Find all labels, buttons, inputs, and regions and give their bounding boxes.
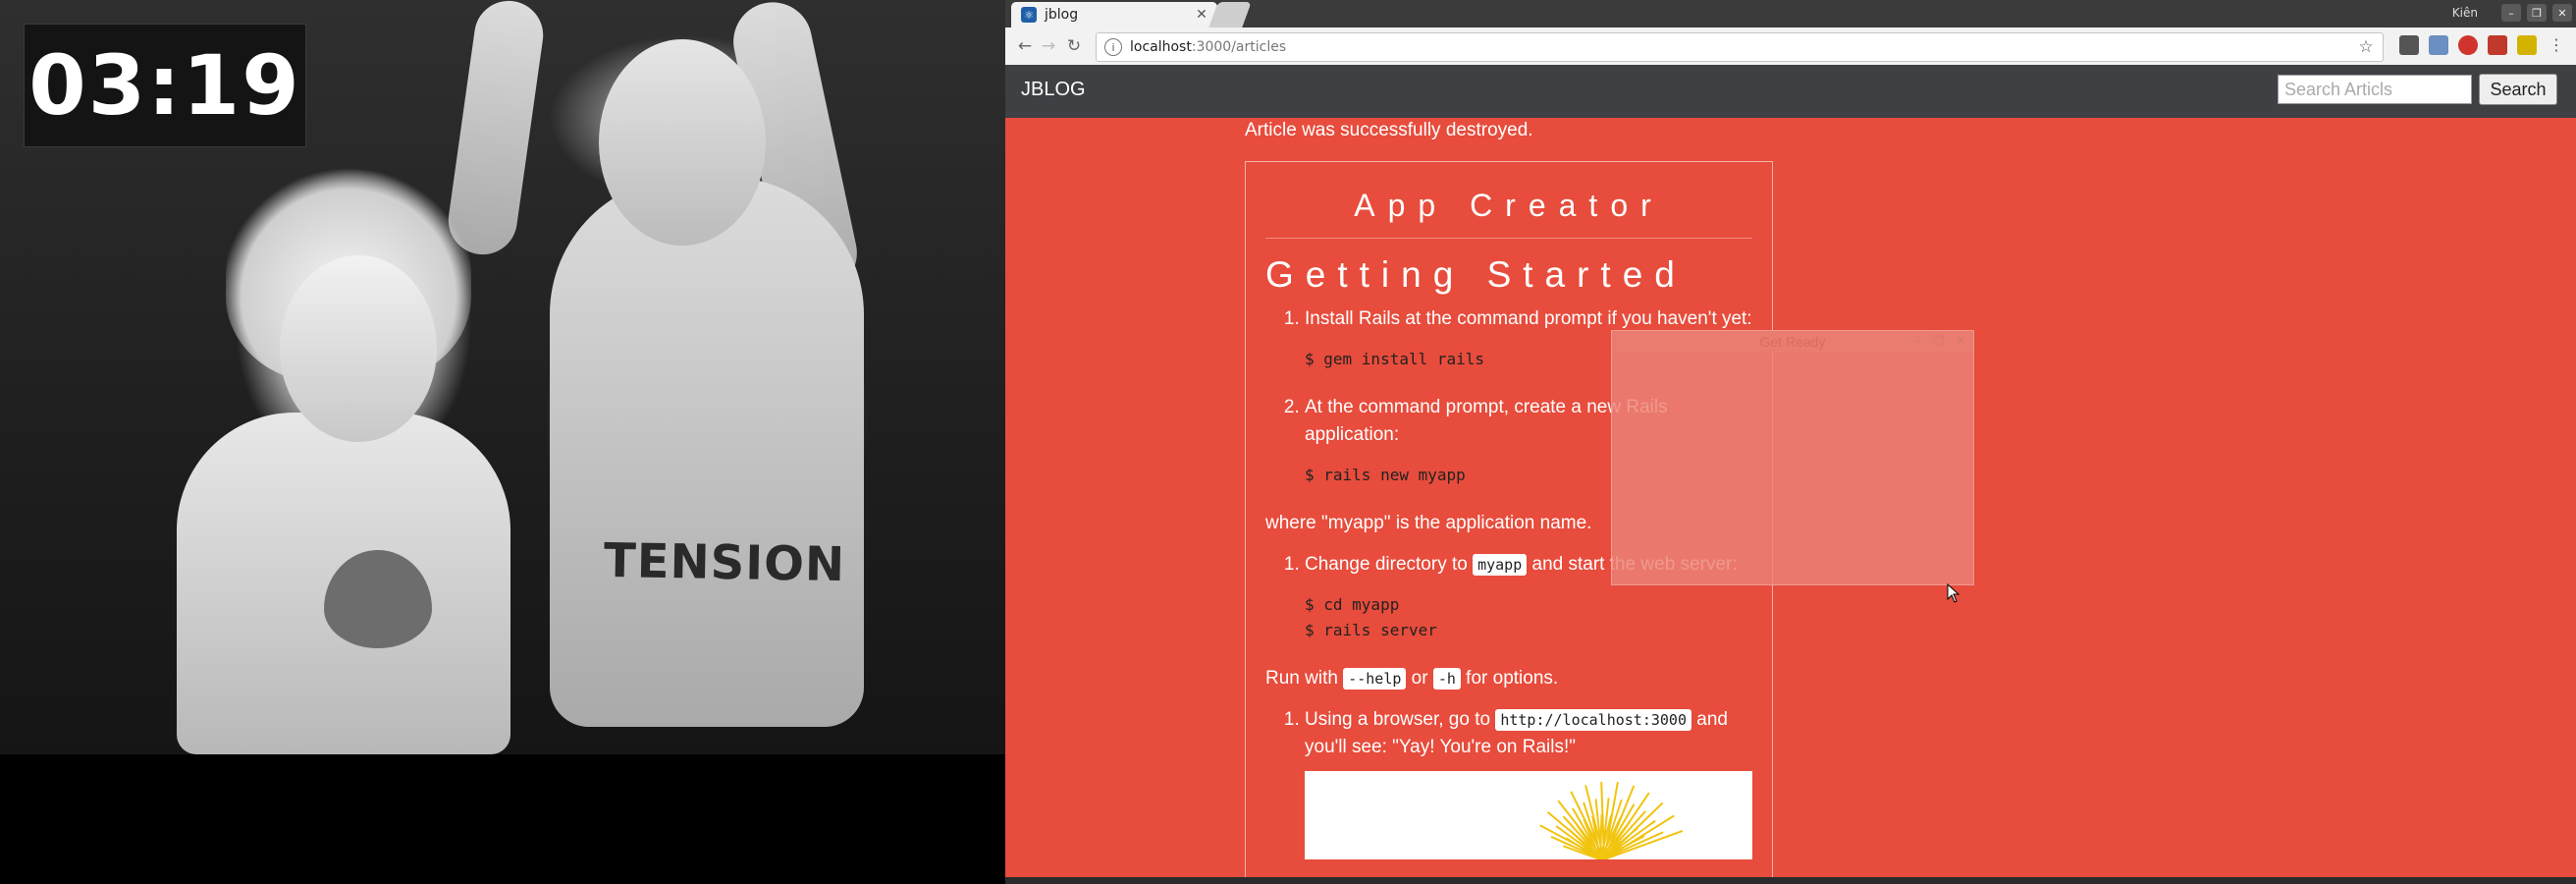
- url-host: localhost: [1130, 39, 1192, 55]
- get-ready-popup[interactable]: Get Ready – ❐ ✕: [1611, 330, 1974, 585]
- article-heading: Getting Started: [1265, 254, 1687, 295]
- url-path: :3000/articles: [1191, 39, 1287, 55]
- photo-head-woman: [280, 255, 437, 442]
- adblock-icon[interactable]: [2458, 35, 2478, 55]
- background-photo: TENSION 03:19: [0, 0, 1005, 754]
- close-window-icon[interactable]: ✕: [2552, 4, 2572, 22]
- command-rails-server: $ rails server: [1305, 621, 1437, 639]
- tab-strip: ⚛ jblog ✕ Kiên – ❐ ✕: [1005, 0, 2576, 28]
- profile-name[interactable]: Kiên: [2452, 6, 2478, 20]
- browser-tab-jblog[interactable]: ⚛ jblog ✕: [1011, 2, 1217, 28]
- timer-text: 03:19: [28, 37, 301, 134]
- photo-tattoo-text: TENSION: [603, 532, 846, 593]
- back-arrow-icon[interactable]: ←: [1013, 35, 1037, 57]
- brand-link[interactable]: JBLOG: [1021, 79, 1086, 101]
- search-button[interactable]: Search: [2479, 74, 2557, 105]
- inline-code-h: -h: [1432, 668, 1461, 690]
- article-title: App Creator: [1265, 188, 1752, 239]
- window-controls: Kiên – ❐ ✕: [2452, 2, 2572, 24]
- popup-maximize-icon[interactable]: ❐: [1933, 334, 1944, 348]
- step4-text-before: Using a browser, go to: [1305, 709, 1496, 730]
- run-text-after: for options.: [1460, 668, 1559, 689]
- photo-arm-left: [444, 0, 548, 259]
- grid-icon[interactable]: [2399, 35, 2419, 55]
- command-cd-server: $ cd myapp $ rails server: [1305, 592, 1752, 643]
- tab-favicon-icon: ⚛: [1021, 7, 1037, 23]
- photo-head-man: [599, 39, 766, 246]
- inline-code-localhost: http://localhost:3000: [1495, 709, 1691, 731]
- app-navbar: JBLOG Search: [1005, 65, 2576, 118]
- address-bar[interactable]: i localhost:3000/articles ☆: [1096, 32, 2384, 62]
- extension-icons: ⋮: [2399, 35, 2566, 55]
- puzzle-icon[interactable]: [2517, 35, 2537, 55]
- rails-welcome-image: [1305, 771, 1752, 859]
- site-info-icon[interactable]: i: [1104, 38, 1122, 56]
- steps-list-1: Install Rails at the command prompt if y…: [1265, 305, 1752, 333]
- run-text-before: Run with: [1265, 668, 1344, 689]
- tab-title: jblog: [1045, 7, 1079, 23]
- browser-toolbar: ← → ↻ i localhost:3000/articles ☆ ⋮: [1005, 28, 2576, 66]
- list-item: Install Rails at the command prompt if y…: [1305, 305, 1752, 333]
- list-item: Using a browser, go to http://localhost:…: [1305, 706, 1752, 761]
- cast-icon[interactable]: [2429, 35, 2448, 55]
- minimize-icon[interactable]: –: [2501, 4, 2521, 22]
- url-text[interactable]: localhost:3000/articles: [1130, 39, 2355, 55]
- bottom-bar: [1005, 877, 2576, 884]
- run-options-note: Run with --help or -h for options.: [1265, 665, 1752, 692]
- search-input[interactable]: [2278, 75, 2472, 104]
- tab-close-icon[interactable]: ✕: [1194, 7, 1209, 23]
- command-cd: $ cd myapp: [1305, 595, 1400, 614]
- popup-titlebar[interactable]: Get Ready – ❐ ✕: [1612, 331, 1973, 353]
- reload-icon[interactable]: ↻: [1062, 35, 1086, 57]
- menu-dots-icon[interactable]: ⋮: [2547, 35, 2566, 55]
- run-text-mid: or: [1406, 668, 1433, 689]
- maximize-icon[interactable]: ❐: [2527, 4, 2547, 22]
- steps-list-4: Using a browser, go to http://localhost:…: [1265, 706, 1752, 761]
- popup-controls: – ❐ ✕: [1915, 334, 1965, 348]
- popup-minimize-icon[interactable]: –: [1915, 334, 1921, 348]
- photo-torso: [550, 177, 864, 727]
- forward-arrow-icon[interactable]: →: [1037, 35, 1060, 57]
- bookmark-star-icon[interactable]: ☆: [2355, 37, 2377, 57]
- badge-icon[interactable]: [2488, 35, 2507, 55]
- timer-overlay: 03:19: [24, 24, 306, 147]
- inline-code-myapp: myapp: [1473, 554, 1528, 576]
- step3-text-before: Change directory to: [1305, 554, 1474, 575]
- popup-close-icon[interactable]: ✕: [1956, 334, 1965, 348]
- flash-notice: Article was successfully destroyed.: [1245, 120, 1533, 140]
- inline-code-help: --help: [1343, 668, 1407, 690]
